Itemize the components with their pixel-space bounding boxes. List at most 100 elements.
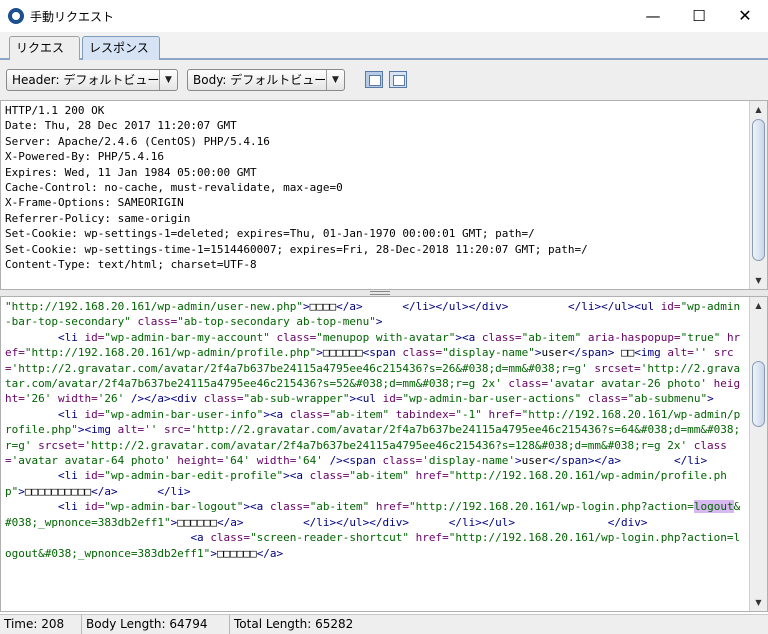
body-token: aria-haspopup= — [587, 330, 681, 344]
body-token: class= — [269, 500, 310, 514]
body-token: </a> — [336, 300, 363, 313]
search-highlight: logout — [693, 500, 734, 514]
response-header-pane[interactable]: HTTP/1.1 200 OK Date: Thu, 28 Dec 2017 11… — [0, 100, 768, 290]
window-title: 手動リクエスト — [30, 10, 115, 24]
body-token: alt= — [667, 346, 694, 360]
body-line: "http://192.168.20.161/wp-admin/user-new… — [5, 299, 745, 330]
body-token: ><a — [455, 330, 482, 344]
body-token: 'http://2.gravatar.com/avatar/2f4a7b637b… — [11, 361, 595, 375]
body-token: □□□□□□ — [216, 546, 257, 560]
scroll-down-arrow-icon[interactable]: ▼ — [751, 595, 766, 610]
body-line: <li id="wp-admin-bar-edit-profile"><a cl… — [5, 468, 745, 499]
status-body-length: Body Length: 64794 bytes — [82, 615, 230, 634]
maximize-button[interactable]: ☐ — [676, 0, 722, 32]
app-logo-icon — [8, 8, 24, 24]
body-token — [515, 516, 608, 529]
body-token: href= — [415, 531, 449, 545]
header-line: Referrer-Policy: same-origin — [5, 211, 191, 225]
body-token: □□□□□□□□□□ — [24, 484, 92, 498]
header-view-select[interactable]: Header: デフォルトビュー ▼ — [6, 69, 178, 91]
body-token: <li — [57, 469, 85, 483]
body-token — [409, 516, 449, 529]
body-token: width= — [58, 392, 98, 406]
header-line: Expires: Wed, 11 Jan 1984 05:00:00 GMT — [5, 165, 257, 179]
header-line: X-Powered-By: PHP/5.4.16 — [5, 150, 164, 164]
split-vertical-layout-button[interactable] — [365, 71, 383, 88]
body-token: id= — [84, 500, 105, 514]
scroll-up-arrow-icon[interactable]: ▲ — [751, 298, 766, 313]
body-token: </span> — [568, 346, 615, 360]
body-token: id= — [84, 330, 105, 344]
body-scroll-thumb[interactable] — [752, 361, 765, 427]
body-line: <li id="wp-admin-bar-user-info"><a class… — [5, 407, 745, 469]
close-button[interactable]: ✕ — [722, 0, 768, 32]
body-line: <li id="wp-admin-bar-logout"><a class="a… — [5, 499, 745, 530]
body-token: <span — [362, 346, 403, 360]
scroll-down-arrow-icon[interactable]: ▼ — [751, 273, 766, 288]
body-token — [5, 469, 58, 482]
body-token: class= — [210, 531, 251, 545]
header-scroll-thumb[interactable] — [752, 119, 765, 261]
body-token: '26' — [97, 392, 131, 406]
body-token: "http://192.168.20.161/wp-admin/profile.… — [24, 346, 317, 360]
header-line: Set-Cookie: wp-settings-time-1=151446000… — [5, 242, 588, 256]
header-view-label: Header: デフォルトビュー — [12, 73, 160, 87]
split-horizontal-layout-button[interactable] — [389, 71, 407, 88]
body-token: </a> — [216, 515, 244, 529]
body-token: > — [316, 346, 323, 360]
body-token: "wp-admin-bar-user-info" — [104, 407, 264, 421]
body-token — [118, 485, 158, 498]
body-scrollbar[interactable]: ▲ ▼ — [749, 297, 767, 611]
body-view-select[interactable]: Body: デフォルトビュー ▼ — [187, 69, 345, 91]
body-token: href= — [488, 407, 522, 421]
body-token: tabindex= — [395, 407, 456, 421]
response-body-text[interactable]: "http://192.168.20.161/wp-admin/user-new… — [5, 299, 745, 609]
body-token: <li — [57, 330, 85, 344]
body-token: "screen-reader-shortcut" — [250, 531, 416, 545]
body-token: > — [707, 392, 714, 406]
body-token: □□ — [614, 346, 635, 360]
body-token: '64' — [223, 454, 257, 468]
body-token: '64' — [296, 454, 330, 468]
body-token: id= — [84, 469, 105, 483]
body-token: "wp-admin-bar-my-account" — [104, 330, 277, 344]
body-token: id= — [84, 407, 105, 421]
body-line: <a class="screen-reader-shortcut" href="… — [5, 530, 745, 561]
tab-request[interactable]: リクエスト — [9, 36, 80, 77]
body-token: </li></ul></div> — [303, 515, 410, 529]
window-titlebar: 手動リクエスト — ☐ ✕ — [0, 0, 768, 32]
body-token: ><ul — [349, 392, 383, 406]
body-token — [621, 454, 674, 467]
body-token — [5, 531, 190, 544]
body-token — [5, 500, 58, 513]
body-token: > — [210, 546, 217, 560]
body-token: class= — [508, 377, 549, 391]
header-scrollbar[interactable]: ▲ ▼ — [749, 101, 767, 289]
response-header-text[interactable]: HTTP/1.1 200 OK Date: Thu, 28 Dec 2017 11… — [5, 103, 745, 287]
body-token: src= — [163, 423, 191, 437]
response-body-pane[interactable]: "http://192.168.20.161/wp-admin/user-new… — [0, 296, 768, 612]
minimize-button[interactable]: — — [630, 0, 676, 32]
body-token — [5, 408, 58, 421]
splitter-grip-icon[interactable] — [370, 291, 390, 295]
body-token — [363, 300, 403, 313]
body-token: ><a — [243, 500, 270, 514]
view-toolbar: Header: デフォルトビュー ▼ Body: デフォルトビュー ▼ — [0, 60, 768, 100]
body-token: class= — [382, 454, 423, 468]
scroll-up-arrow-icon[interactable]: ▲ — [751, 102, 766, 117]
body-token: class= — [309, 469, 350, 483]
body-token: <li — [57, 500, 85, 514]
body-token: "ab-item" — [309, 500, 376, 514]
header-line: Content-Type: text/html; charset=UTF-8 — [5, 258, 257, 272]
body-token: 'avatar avatar-64 photo' — [11, 454, 178, 468]
body-token: "ab-item" — [521, 330, 588, 344]
body-token: srcset= — [594, 361, 641, 375]
body-token: width= — [256, 454, 297, 468]
body-token: '' — [693, 346, 714, 360]
body-token: srcset= — [38, 438, 85, 452]
body-token: "ab-submenu" — [627, 392, 708, 406]
body-token: □□□□□□ — [177, 515, 217, 529]
body-token: <li — [57, 407, 85, 421]
body-token: class= — [481, 330, 522, 344]
tab-response[interactable]: レスポンス — [82, 36, 160, 60]
